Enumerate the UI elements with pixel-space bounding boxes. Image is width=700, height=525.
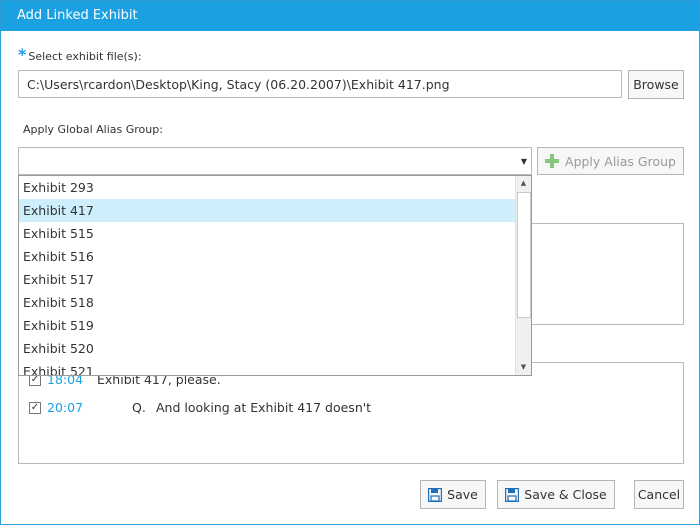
plus-icon: [545, 154, 560, 168]
save-icon: [505, 487, 520, 502]
dropdown-item[interactable]: Exhibit 520: [19, 337, 516, 360]
apply-alias-group-label: Apply Alias Group: [565, 153, 676, 169]
title-bar: Add Linked Exhibit: [1, 1, 699, 31]
cancel-button[interactable]: Cancel: [634, 480, 684, 509]
line-time-2[interactable]: 20:07: [47, 400, 83, 415]
scroll-down-icon[interactable]: ▼: [516, 360, 531, 375]
dropdown-item[interactable]: Exhibit 521: [19, 360, 516, 375]
scroll-up-icon[interactable]: ▲: [516, 176, 531, 191]
browse-button[interactable]: Browse: [628, 70, 684, 99]
dropdown-item[interactable]: Exhibit 518: [19, 291, 516, 314]
alias-group-select[interactable]: ▼: [18, 147, 532, 175]
file-path-input[interactable]: C:\Users\rcardon\Desktop\King, Stacy (06…: [18, 70, 622, 98]
dialog-title: Add Linked Exhibit: [17, 8, 138, 23]
dropdown-item[interactable]: Exhibit 519: [19, 314, 516, 337]
dropdown-item[interactable]: Exhibit 516: [19, 245, 516, 268]
dropdown-arrow-icon[interactable]: ▼: [521, 157, 527, 166]
alias-group-dropdown-list: Exhibit 293 Exhibit 417 Exhibit 515 Exhi…: [18, 175, 532, 376]
line-checkbox-2[interactable]: ✓: [29, 402, 41, 414]
apply-alias-group-button[interactable]: Apply Alias Group: [537, 147, 684, 175]
dropdown-item[interactable]: Exhibit 515: [19, 222, 516, 245]
dropdown-item[interactable]: Exhibit 517: [19, 268, 516, 291]
add-linked-exhibit-dialog: Add Linked Exhibit * Select exhibit file(…: [0, 0, 700, 525]
dropdown-item-highlighted[interactable]: Exhibit 417: [19, 199, 516, 222]
dropdown-scrollbar[interactable]: ▲ ▼: [515, 176, 531, 375]
line-speaker-2: Q.: [132, 400, 146, 415]
select-file-label-text: Select exhibit file(s):: [28, 50, 142, 63]
save-icon: [428, 487, 443, 502]
save-button[interactable]: Save: [420, 480, 486, 509]
select-file-label: * Select exhibit file(s):: [18, 45, 142, 64]
save-and-close-button[interactable]: Save & Close: [497, 480, 615, 509]
line-text-2: And looking at Exhibit 417 doesn't: [156, 400, 372, 415]
dropdown-item[interactable]: Exhibit 293: [19, 176, 516, 199]
dropdown-items: Exhibit 293 Exhibit 417 Exhibit 515 Exhi…: [19, 176, 516, 375]
linked-lines-panel: ✓ 18:04 Exhibit 417, please. ✓ 20:07 Q. …: [18, 362, 684, 464]
required-marker: *: [18, 45, 27, 64]
save-label: Save: [447, 487, 478, 502]
save-and-close-label: Save & Close: [524, 487, 607, 502]
scroll-thumb[interactable]: [517, 192, 531, 318]
alias-group-label: Apply Global Alias Group:: [23, 123, 163, 136]
